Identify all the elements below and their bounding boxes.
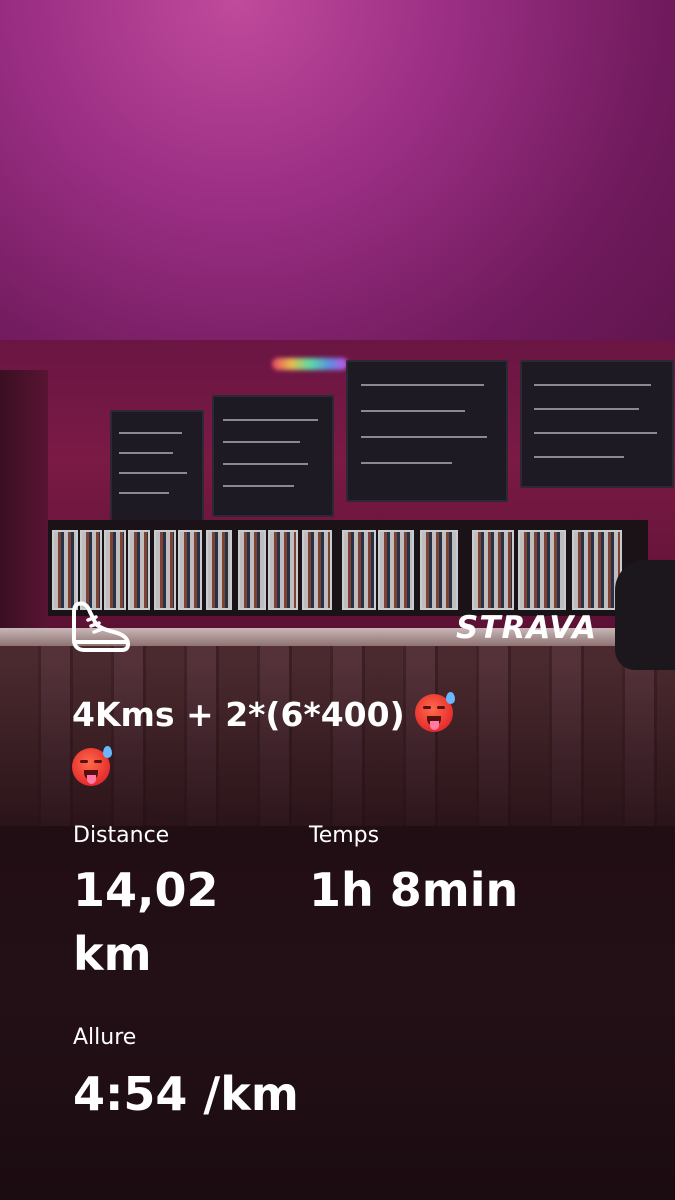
- activity-title: 4Kms + 2*(6*400): [72, 688, 542, 796]
- time-label: Temps: [309, 823, 380, 848]
- hot-face-emoji-icon: [414, 692, 455, 732]
- strava-logo: STRAVA: [456, 610, 598, 646]
- pace-value: 4:54 /km: [73, 1067, 299, 1121]
- distance-value-unit: km: [73, 927, 152, 981]
- hot-face-emoji-icon: [72, 746, 112, 786]
- activity-title-text: 4Kms + 2*(6*400): [72, 695, 405, 734]
- pace-label: Allure: [73, 1025, 137, 1050]
- activity-overlay: STRAVA 4Kms + 2*(6*400) Distance 14,02 k…: [0, 0, 675, 1200]
- activity-share-card: STRAVA 4Kms + 2*(6*400) Distance 14,02 k…: [0, 0, 675, 1200]
- running-shoe-icon: [72, 601, 130, 652]
- distance-value: 14,02 km: [73, 858, 219, 986]
- distance-value-number: 14,02: [73, 863, 219, 917]
- distance-label: Distance: [73, 823, 170, 848]
- time-value: 1h 8min: [309, 863, 519, 917]
